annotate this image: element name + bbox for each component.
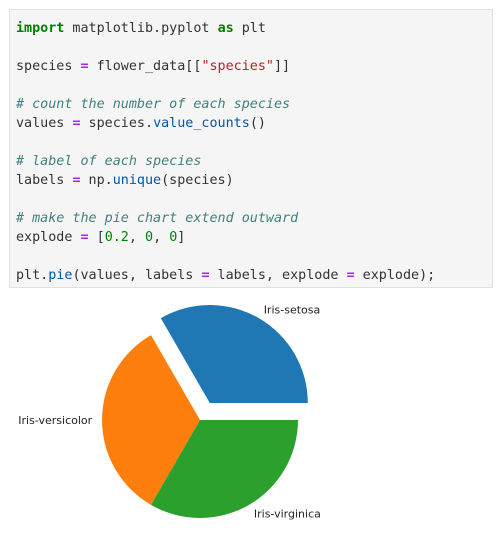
code-token: () bbox=[249, 116, 266, 131]
code-token: species. bbox=[80, 116, 154, 131]
code-cell[interactable]: import matplotlib.pyplot as plt species =… bbox=[9, 9, 493, 288]
code-token: plt bbox=[233, 21, 266, 36]
code-token: as bbox=[217, 21, 234, 36]
code-token: labels, explode bbox=[209, 268, 347, 283]
code-line: explode = [0.2, 0, 0] bbox=[16, 228, 492, 247]
code-line: # make the pie chart extend outward bbox=[16, 209, 492, 228]
code-token: = bbox=[72, 116, 81, 131]
code-token: (species) bbox=[161, 173, 234, 188]
code-token: [ bbox=[88, 230, 105, 245]
code-token: = bbox=[80, 59, 89, 74]
code-token: np. bbox=[80, 173, 113, 188]
pie-label-iris-versicolor: Iris-versicolor bbox=[18, 414, 92, 427]
code-line: import matplotlib.pyplot as plt bbox=[16, 19, 492, 38]
code-token: # count the number of each species bbox=[16, 97, 291, 112]
code-token: 0 bbox=[145, 230, 154, 245]
code-line: values = species.value_counts() bbox=[16, 114, 492, 133]
output-area: Iris-setosa Iris-versicolor Iris-virginica bbox=[0, 298, 504, 549]
code-token: explode); bbox=[354, 268, 436, 283]
code-token: , bbox=[128, 230, 145, 245]
code-token: # label of each species bbox=[16, 154, 202, 169]
code-line: species = flower_data[["species"]] bbox=[16, 57, 492, 76]
code-token: = bbox=[80, 230, 89, 245]
code-token: flower_data[[ bbox=[88, 59, 202, 74]
code-token: ] bbox=[177, 230, 186, 245]
code-token: ]] bbox=[274, 59, 291, 74]
code-line: labels = np.unique(species) bbox=[16, 171, 492, 190]
pie-chart: Iris-setosa Iris-versicolor Iris-virginica bbox=[18, 304, 321, 521]
code-token: (values, labels bbox=[72, 268, 202, 283]
code-token: 0.2 bbox=[104, 230, 129, 245]
pie-label-iris-setosa: Iris-setosa bbox=[264, 304, 321, 317]
code-token: = bbox=[201, 268, 210, 283]
code-editor[interactable]: import matplotlib.pyplot as plt species =… bbox=[16, 19, 492, 285]
code-token: # make the pie chart extend outward bbox=[16, 211, 299, 226]
code-token: import bbox=[16, 21, 65, 36]
code-token: "species" bbox=[201, 59, 274, 74]
pie-slice-iris-setosa bbox=[160, 305, 308, 404]
code-token: = bbox=[72, 173, 81, 188]
code-token: pie bbox=[48, 268, 73, 283]
code-line: # count the number of each species bbox=[16, 95, 492, 114]
code-line: # label of each species bbox=[16, 152, 492, 171]
code-token: = bbox=[346, 268, 355, 283]
code-token: matplotlib.pyplot bbox=[64, 21, 218, 36]
code-token: explode bbox=[16, 230, 81, 245]
code-token: value_counts bbox=[153, 116, 250, 131]
code-token: , bbox=[153, 230, 170, 245]
code-token: plt. bbox=[16, 268, 49, 283]
code-token: labels bbox=[16, 173, 73, 188]
code-line: plt.pie(values, labels = labels, explode… bbox=[16, 266, 492, 285]
pie-label-iris-virginica: Iris-virginica bbox=[254, 507, 321, 520]
code-token: values bbox=[16, 116, 73, 131]
code-token: unique bbox=[112, 173, 162, 188]
code-token: species bbox=[16, 59, 81, 74]
